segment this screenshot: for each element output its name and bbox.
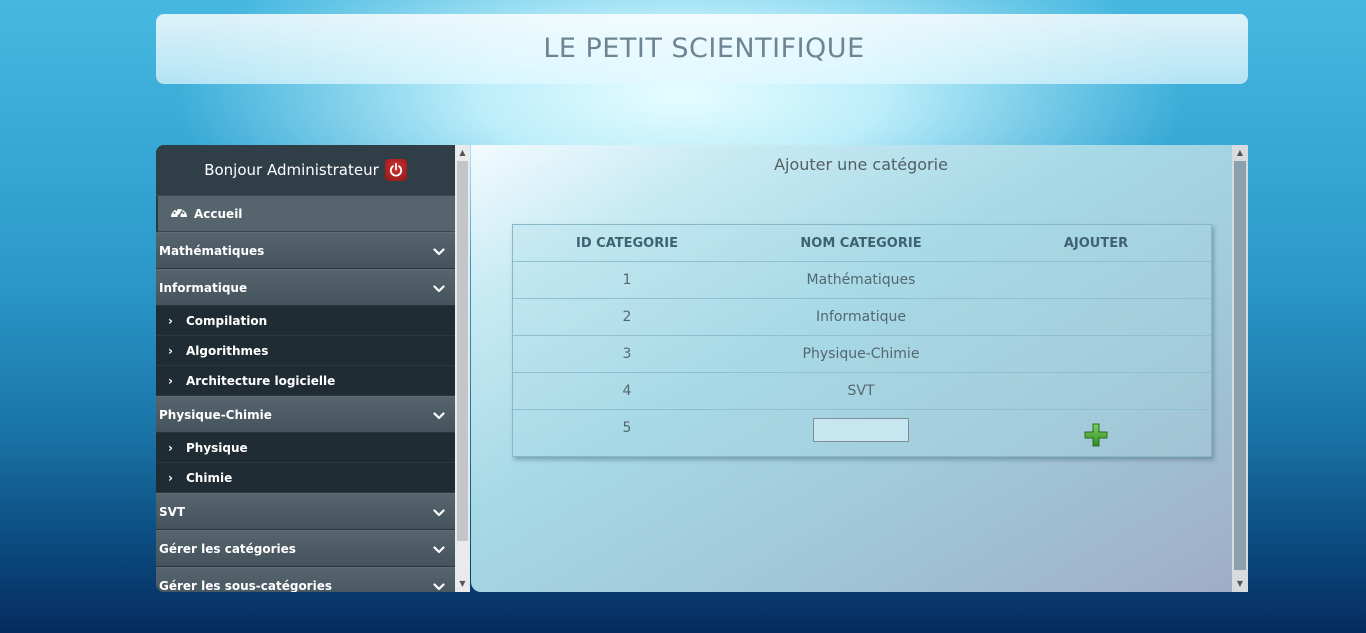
column-header: AJOUTER	[1063, 235, 1129, 251]
dashboard-icon	[170, 204, 188, 223]
sidebar-section-label: Gérer les catégories	[159, 541, 296, 556]
sidebar-item-accueil[interactable]: Accueil	[158, 196, 455, 232]
chevron-down-icon[interactable]	[433, 502, 445, 521]
scroll-down-icon[interactable]: ▼	[1232, 577, 1248, 591]
table-row: 4 SVT	[513, 373, 1211, 410]
scroll-thumb[interactable]	[457, 161, 468, 541]
chevron-down-icon[interactable]	[433, 278, 445, 297]
new-category-row: 5	[513, 410, 1211, 456]
table-row: 3 Physique-Chimie	[513, 336, 1211, 373]
category-name: SVT	[847, 383, 875, 399]
sidebar-scrollbar[interactable]: ▲ ▼	[455, 145, 470, 592]
sidebar-section-2[interactable]: Physique-Chimie	[156, 396, 455, 433]
sidebar-subitem-label: Physique	[186, 440, 248, 455]
chevron-right-icon: ›	[168, 470, 173, 485]
sidebar-item-label: Accueil	[194, 206, 243, 221]
new-category-id: 5	[622, 420, 632, 436]
new-category-cell	[741, 410, 981, 442]
category-id: 4	[622, 383, 632, 399]
scroll-thumb[interactable]	[1234, 161, 1246, 570]
category-id: 1	[622, 272, 632, 288]
sidebar-section-1[interactable]: Informatique	[156, 269, 455, 306]
sidebar-subitem-label: Compilation	[186, 313, 268, 328]
sidebar-subitem[interactable]: › Architecture logicielle	[156, 366, 455, 396]
category-id: 3	[622, 346, 632, 362]
scroll-up-icon[interactable]: ▲	[1232, 146, 1248, 160]
category-name: Mathématiques	[806, 272, 916, 288]
category-name-input[interactable]	[813, 418, 909, 442]
scroll-up-icon[interactable]: ▲	[455, 146, 470, 160]
add-cell	[981, 410, 1211, 452]
plus-icon[interactable]	[1083, 422, 1109, 448]
table-header-row: ID CATEGORIE NOM CATEGORIE AJOUTER	[513, 225, 1211, 262]
sidebar-section-4[interactable]: Gérer les catégories	[156, 530, 455, 567]
greeting-text: Bonjour Administrateur	[204, 161, 379, 179]
chevron-right-icon: ›	[168, 373, 173, 388]
scroll-down-icon[interactable]: ▼	[455, 577, 470, 591]
chevron-right-icon: ›	[168, 313, 173, 328]
sidebar-section-label: Physique-Chimie	[159, 407, 272, 422]
sidebar-subitem[interactable]: › Compilation	[156, 306, 455, 336]
sidebar: Bonjour Administrateur Accueil Mathémati…	[156, 145, 455, 592]
column-header: NOM CATEGORIE	[800, 235, 922, 251]
category-id: 2	[622, 309, 632, 325]
power-icon[interactable]	[384, 159, 407, 181]
chevron-down-icon[interactable]	[433, 539, 445, 558]
sidebar-section-label: SVT	[159, 504, 186, 519]
sidebar-subitem[interactable]: › Algorithmes	[156, 336, 455, 366]
main-scrollbar[interactable]: ▲ ▼	[1232, 145, 1248, 592]
sidebar-subitem[interactable]: › Chimie	[156, 463, 455, 493]
site-title: LE PETIT SCIENTIFIQUE	[543, 32, 865, 64]
sidebar-section-label: Gérer les sous-catégories	[159, 578, 332, 593]
column-header: ID CATEGORIE	[576, 235, 678, 251]
sidebar-subitem-label: Algorithmes	[186, 343, 269, 358]
site-header: LE PETIT SCIENTIFIQUE	[156, 14, 1248, 84]
sidebar-menu: Mathématiques Informatique › Compilation › Al…	[156, 232, 455, 592]
chevron-down-icon[interactable]	[433, 576, 445, 592]
sidebar-subitem-label: Architecture logicielle	[186, 373, 336, 388]
sidebar-section-label: Mathématiques	[159, 243, 265, 258]
chevron-down-icon[interactable]	[433, 241, 445, 260]
sidebar-header: Bonjour Administrateur	[156, 145, 455, 196]
sidebar-section-label: Informatique	[159, 280, 248, 295]
main-panel: Ajouter une catégorie ID CATEGORIE NOM C…	[471, 145, 1232, 592]
sidebar-subitem-label: Chimie	[186, 470, 233, 485]
table-row: 2 Informatique	[513, 299, 1211, 336]
sidebar-section-3[interactable]: SVT	[156, 493, 455, 530]
chevron-right-icon: ›	[168, 440, 173, 455]
sidebar-section-5[interactable]: Gérer les sous-catégories	[156, 567, 455, 592]
page-title: Ajouter une catégorie	[774, 155, 948, 174]
table-row: 1 Mathématiques	[513, 262, 1211, 299]
category-name: Informatique	[816, 309, 906, 325]
chevron-down-icon[interactable]	[433, 405, 445, 424]
category-table: ID CATEGORIE NOM CATEGORIE AJOUTER 1 Mat…	[512, 224, 1212, 457]
sidebar-section-0[interactable]: Mathématiques	[156, 232, 455, 269]
sidebar-subitem[interactable]: › Physique	[156, 433, 455, 463]
chevron-right-icon: ›	[168, 343, 173, 358]
category-name: Physique-Chimie	[802, 346, 920, 362]
